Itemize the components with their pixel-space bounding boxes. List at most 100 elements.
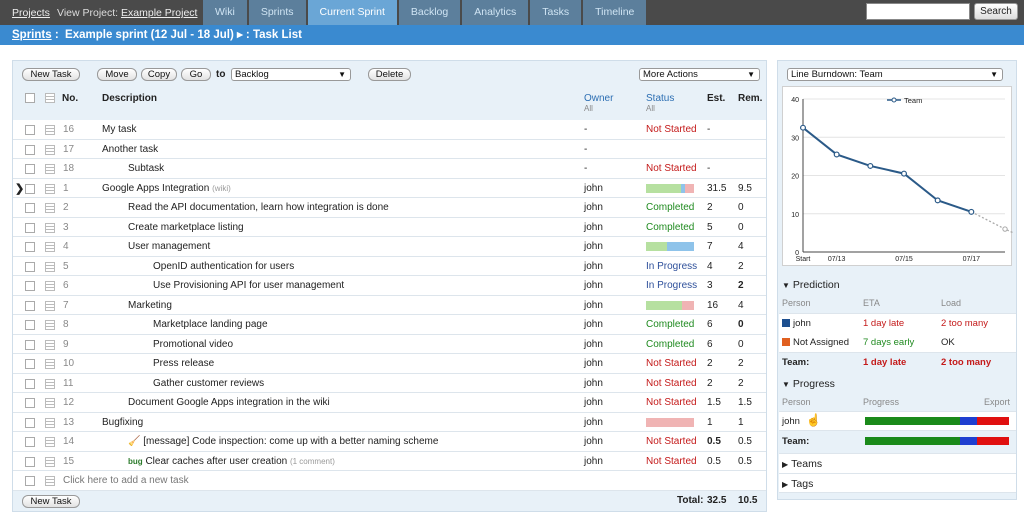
task-est[interactable]: 2 [707,358,713,369]
task-est[interactable]: 4 [707,261,713,272]
task-est[interactable]: 0.5 [707,456,721,467]
task-description[interactable]: My task [102,124,136,135]
col-est[interactable]: Est. [707,93,725,104]
task-description[interactable]: Marketplace landing page [153,319,268,330]
task-owner[interactable]: john [584,339,603,350]
row-checkbox[interactable] [25,281,35,291]
task-owner[interactable]: john [584,358,603,369]
task-status[interactable]: Not Started [646,436,697,447]
task-row[interactable]: 9 Promotional video john Completed 6 0 [13,334,766,354]
burndown-select[interactable]: Line Burndown: Team ▼ [787,68,1003,81]
task-rem[interactable]: 2 [738,378,744,389]
task-owner[interactable]: john [584,222,603,233]
prediction-toggle[interactable]: ▼ Prediction [782,279,840,291]
delete-button[interactable]: Delete [368,68,411,81]
task-status[interactable]: Not Started [646,378,697,389]
task-description[interactable]: Press release [153,358,214,369]
task-rem[interactable]: 4 [738,300,744,311]
task-est[interactable]: 0.5 [707,436,721,447]
notes-icon[interactable] [45,183,55,194]
notes-icon[interactable] [45,222,55,233]
task-description[interactable]: Use Provisioning API for user management [153,280,344,291]
notes-icon[interactable] [45,378,55,389]
notes-icon[interactable] [45,125,55,135]
col-owner[interactable]: Owner All [584,93,613,113]
go-button[interactable]: Go [181,68,211,81]
col-no[interactable]: No. [62,93,78,104]
teams-toggle[interactable]: ▶ Teams [782,458,822,470]
task-owner[interactable]: john [584,456,603,467]
add-task-row[interactable]: Click here to add a new task [13,471,766,491]
task-row[interactable]: 11 Gather customer reviews john Not Started… [13,373,766,393]
notes-icon[interactable] [45,242,55,252]
task-description[interactable]: Marketing [128,300,172,311]
col-rem[interactable]: Rem. [738,93,762,104]
task-description[interactable]: User management [128,241,210,252]
new-task-button-bottom[interactable]: New Task [22,495,80,508]
prog-col-export[interactable]: Export [984,397,1010,407]
task-owner[interactable]: john [584,183,603,194]
row-checkbox[interactable] [25,417,35,428]
task-status[interactable]: Not Started [646,124,697,135]
task-status[interactable]: Completed [646,222,694,233]
tab-sprints[interactable]: Sprints [248,0,308,25]
task-owner[interactable]: john [584,378,603,389]
projects-link[interactable]: Projects [12,7,50,19]
progress-toggle[interactable]: ▼ Progress [782,378,835,390]
row-checkbox[interactable] [25,339,35,350]
task-est[interactable]: 6 [707,319,713,330]
notes-icon[interactable] [45,359,55,369]
task-rem[interactable]: 0 [738,319,744,330]
move-button[interactable]: Move [97,68,137,81]
status-filter[interactable]: All [646,104,674,113]
col-status[interactable]: Status All [646,93,674,113]
task-description[interactable]: OpenID authentication for users [153,261,294,272]
task-status[interactable]: Not Started [646,456,697,467]
task-rem[interactable]: 0 [738,222,744,233]
notes-icon[interactable] [45,164,55,174]
row-checkbox[interactable] [25,437,35,447]
task-est[interactable]: - [707,163,710,174]
task-row[interactable]: 12 Document Google Apps integration in th… [13,393,766,413]
task-row[interactable]: 3 Create marketplace listing john Completed… [13,217,766,237]
task-status[interactable]: Completed [646,319,694,330]
task-row[interactable]: 13 Bugfixing john 1 1 [13,412,766,432]
notes-icon[interactable] [45,339,55,350]
task-status[interactable]: Completed [646,202,694,213]
project-link[interactable]: Example Project [121,7,197,19]
row-checkbox[interactable] [25,242,35,252]
task-owner[interactable]: - [584,124,587,135]
task-row[interactable]: 6 Use Provisioning API for user managemen… [13,276,766,296]
task-owner[interactable]: john [584,436,603,447]
task-est[interactable]: 31.5 [707,183,726,194]
notes-icon[interactable] [45,203,55,213]
task-est[interactable]: 16 [707,300,718,311]
tab-current-sprint[interactable]: Current Sprint [307,0,399,25]
task-row[interactable]: 5 OpenID authentication for users john In P… [13,256,766,276]
row-checkbox[interactable] [25,203,35,213]
row-checkbox[interactable] [25,456,35,467]
task-est[interactable]: - [707,124,710,135]
row-checkbox[interactable] [25,144,35,155]
task-est[interactable]: 3 [707,280,713,291]
row-checkbox[interactable] [25,378,35,389]
task-description[interactable]: Read the API documentation, learn how in… [128,202,389,213]
task-rem[interactable]: 0.5 [738,456,752,467]
task-row[interactable]: 8 Marketplace landing page john Completed 6 0 [13,315,766,335]
more-actions-select[interactable]: More Actions ▼ [639,68,760,81]
task-status[interactable]: Not Started [646,358,697,369]
task-description[interactable]: Google Apps Integration (wiki) [102,183,231,194]
notes-icon[interactable] [45,437,55,447]
task-owner[interactable]: john [584,319,603,330]
task-status[interactable]: In Progress [646,280,697,291]
task-description[interactable]: bug Clear caches after user creation (1 … [128,456,335,467]
comment-link[interactable]: (1 comment) [290,457,335,466]
task-est[interactable]: 2 [707,202,713,213]
task-status[interactable]: In Progress [646,261,697,272]
tags-toggle[interactable]: ▶ Tags [782,478,813,490]
task-est[interactable]: 1.5 [707,397,721,408]
task-description[interactable]: Document Google Apps integration in the … [128,397,330,408]
task-row[interactable]: 2 Read the API documentation, learn how i… [13,198,766,218]
task-est[interactable]: 7 [707,241,713,252]
task-description[interactable]: Subtask [128,163,164,174]
